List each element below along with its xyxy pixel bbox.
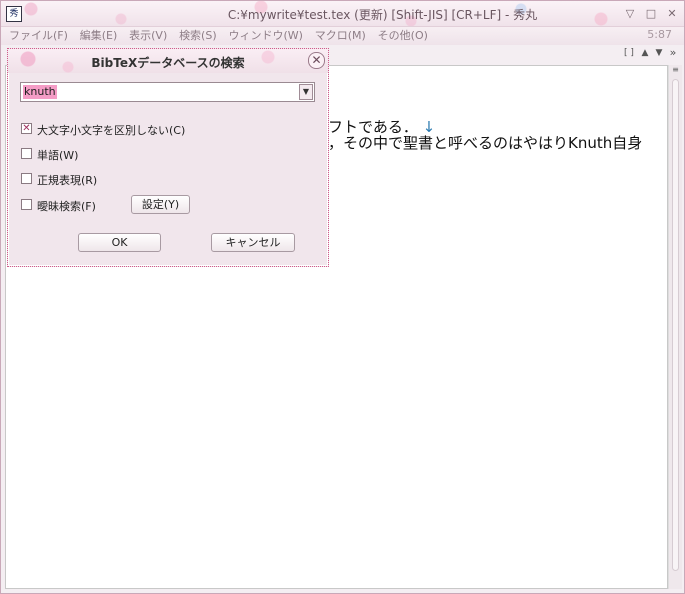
- search-combobox[interactable]: knuth ▼: [20, 82, 315, 102]
- editor-line: ，その中で聖書と呼べるのはやはりKnuth自身: [328, 134, 643, 152]
- settings-button[interactable]: 設定(Y): [131, 195, 190, 214]
- menu-window[interactable]: ウィンドウ(W): [224, 27, 306, 45]
- minimize-icon[interactable]: ▽: [623, 7, 637, 21]
- split-handle-icon[interactable]: ≡: [669, 65, 682, 77]
- tab-list-icon[interactable]: [ ]: [623, 48, 635, 58]
- cursor-position: 5:87: [647, 28, 672, 41]
- menu-macro[interactable]: マクロ(M): [311, 27, 370, 45]
- vertical-scrollbar[interactable]: ≡: [668, 65, 682, 589]
- menu-other[interactable]: その他(O): [374, 27, 432, 45]
- window-title: C:¥mywrite¥test.tex (更新) [Shift-JIS] [CR…: [227, 8, 538, 22]
- menu-edit[interactable]: 編集(E): [76, 27, 122, 45]
- word-checkbox[interactable]: [21, 148, 32, 159]
- scrollbar-thumb[interactable]: [672, 79, 679, 571]
- tab-prev-icon[interactable]: ▲: [639, 48, 651, 58]
- ok-button[interactable]: OK: [78, 233, 161, 252]
- regex-checkbox[interactable]: [21, 173, 32, 184]
- search-input[interactable]: knuth: [23, 85, 57, 99]
- close-icon[interactable]: ✕: [665, 7, 679, 21]
- menu-file[interactable]: ファイル(F): [5, 27, 72, 45]
- menu-bar: ファイル(F) 編集(E) 表示(V) 検索(S) ウィンドウ(W) マクロ(M…: [1, 27, 684, 45]
- tab-more-icon[interactable]: »: [667, 46, 679, 59]
- dialog-title: BibTeXデータベースの検索: [91, 56, 245, 70]
- main-window: 秀 C:¥mywrite¥test.tex (更新) [Shift-JIS] […: [0, 0, 685, 594]
- fuzzy-label: 曖昧検索(F): [37, 200, 96, 213]
- tab-next-icon[interactable]: ▼: [653, 48, 665, 58]
- chevron-down-icon[interactable]: ▼: [299, 84, 313, 100]
- bibtex-search-dialog: BibTeXデータベースの検索 ✕ knuth ▼ ✕ 大文字小文字を区別しない…: [7, 48, 329, 267]
- regex-label: 正規表現(R): [37, 174, 98, 187]
- cancel-button[interactable]: キャンセル: [211, 233, 295, 252]
- dialog-title-bar[interactable]: BibTeXデータベースの検索 ✕: [8, 49, 328, 73]
- case-insensitive-label: 大文字小文字を区別しない(C): [37, 124, 186, 137]
- menu-view[interactable]: 表示(V): [125, 27, 171, 45]
- dialog-close-icon[interactable]: ✕: [308, 52, 325, 69]
- maximize-icon[interactable]: □: [644, 7, 658, 21]
- word-label: 単語(W): [37, 149, 79, 162]
- title-bar[interactable]: 秀 C:¥mywrite¥test.tex (更新) [Shift-JIS] […: [1, 1, 684, 27]
- menu-search[interactable]: 検索(S): [175, 27, 221, 45]
- fuzzy-checkbox[interactable]: [21, 199, 32, 210]
- case-insensitive-checkbox[interactable]: ✕: [21, 123, 32, 134]
